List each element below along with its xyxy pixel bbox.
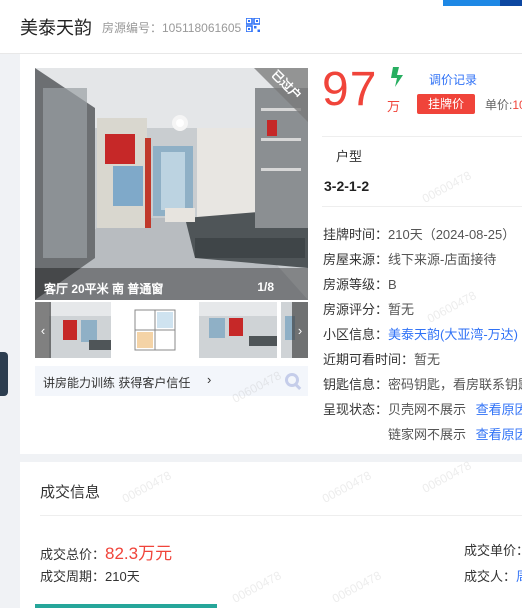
photo-counter: 1/8 — [257, 280, 274, 294]
side-tab[interactable] — [0, 352, 8, 396]
total-price: 97 — [322, 63, 378, 116]
training-text: 讲房能力训练 获得客户信任 — [43, 376, 191, 390]
divider — [40, 515, 522, 516]
divider — [322, 206, 522, 207]
next-photo-button[interactable]: › — [292, 302, 308, 358]
bottom-accent-bar — [35, 604, 217, 608]
price-history-link[interactable]: 调价记录 — [429, 71, 477, 88]
unit-price: 单价:10 — [485, 96, 522, 113]
info-value: 210天（2024-08-25） — [388, 227, 516, 242]
info-key: 小区信息： — [323, 327, 389, 342]
unit-price-value: 10 — [512, 98, 522, 112]
page-title: 美泰天韵 — [20, 18, 92, 38]
thumbnail-strip — [35, 302, 308, 358]
info-value: 线下来源-店面接待 — [388, 252, 497, 267]
divider — [322, 136, 522, 137]
deal-unit-label: 成交单价： — [464, 543, 522, 558]
info-key: 房源等级： — [323, 277, 389, 292]
info-display-lianjia: 链家网不展示 查看原因 — [388, 424, 522, 443]
deal-period: 成交周期：210天 — [40, 566, 140, 585]
info-key-status: 钥匙信息：密码钥匙，看房联系钥匙 — [323, 374, 522, 393]
price-unit: 万 — [387, 99, 401, 114]
info-recent-viewing: 近期可看时间：暂无 — [323, 349, 440, 368]
deal-agent-label: 成交人： — [464, 569, 517, 584]
training-banner[interactable]: 讲房能力训练 获得客户信任 › — [35, 366, 308, 396]
info-score: 房源评分：暂无 — [323, 299, 414, 318]
info-display-status: 呈现状态：贝壳网不展示 查看原因 — [323, 399, 522, 418]
deal-total-value: 82.3万元 — [105, 544, 173, 563]
transferred-ribbon: 已过户 — [254, 68, 308, 122]
header-bar: 美泰天韵 房源编号：105118061605 — [0, 0, 522, 54]
section-title: 成交信息 — [40, 484, 101, 501]
prev-photo-button[interactable]: ‹ — [35, 302, 51, 358]
info-value: B — [388, 277, 397, 292]
info-value: 密码钥匙，看房联系钥匙 — [388, 377, 522, 392]
photo-caption: 客厅 20平米 南 普通窗 — [44, 282, 164, 296]
listing-price-badge: 挂牌价 — [417, 94, 475, 114]
info-key: 呈现状态： — [323, 402, 389, 417]
top-accent-strip-dark — [500, 0, 522, 6]
info-value: 暂无 — [388, 302, 415, 317]
info-listing-time: 挂牌时间：210天（2024-08-25） — [323, 224, 515, 243]
thumbnail[interactable] — [49, 302, 111, 358]
deal-agent-link[interactable]: 周 — [516, 569, 522, 584]
unit-price-label: 单价: — [485, 98, 513, 112]
chevron-left-icon: ‹ — [40, 322, 46, 338]
view-reason-link[interactable]: 查看原因 — [476, 427, 522, 442]
trend-down-icon — [391, 67, 403, 87]
qrcode-icon[interactable] — [246, 18, 260, 32]
layout-value: 3-2-1-2 — [324, 178, 370, 194]
deal-period-value: 210天 — [105, 569, 140, 584]
info-key: 近期可看时间： — [323, 352, 415, 367]
layout-label: 户型 — [336, 149, 363, 164]
chevron-right-icon: › — [207, 372, 212, 387]
info-key: 挂牌时间： — [323, 227, 389, 242]
listing-code: 房源编号：105118061605 — [102, 21, 242, 35]
thumbnail-floorplan[interactable] — [121, 302, 193, 358]
info-grade: 房源等级：B — [323, 274, 397, 293]
deal-total-label: 成交总价： — [40, 547, 106, 562]
info-key: 房源评分： — [323, 302, 389, 317]
deal-period-label: 成交周期： — [40, 569, 106, 584]
info-value: 链家网不展示 — [388, 427, 467, 442]
info-community: 小区信息：美泰天韵(大亚湾-万达) — [323, 324, 518, 343]
deal-agent: 成交人：周 — [464, 566, 522, 585]
deal-unit-price: 成交单价： — [464, 540, 522, 559]
view-reason-link[interactable]: 查看原因 — [476, 402, 522, 417]
info-key: 钥匙信息： — [323, 377, 389, 392]
thumbnail[interactable] — [199, 302, 277, 358]
info-source: 房屋来源：线下来源-店面接待 — [323, 249, 496, 268]
chevron-right-icon: › — [297, 322, 303, 338]
info-value: 暂无 — [414, 352, 441, 367]
info-value: 贝壳网不展示 — [388, 402, 467, 417]
search-icon — [285, 373, 302, 390]
deal-total: 成交总价：82.3万元 — [40, 539, 172, 564]
info-key: 房屋来源： — [323, 252, 389, 267]
community-link[interactable]: 美泰天韵(大亚湾-万达) — [388, 327, 518, 342]
